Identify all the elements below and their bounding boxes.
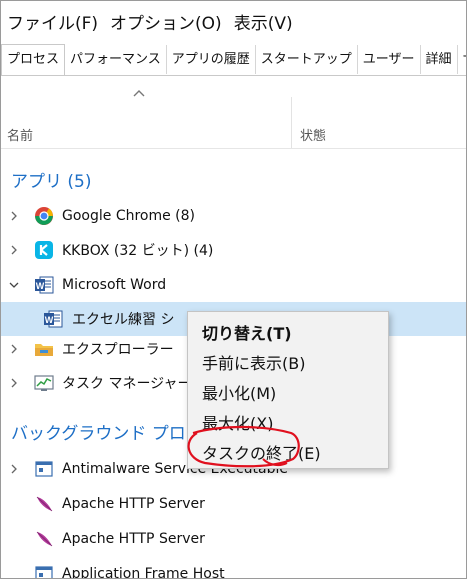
process-label: タスク マネージャー [62,376,192,392]
tab-users[interactable]: ユーザー [358,45,421,74]
tab-bar: プロセス パフォーマンス アプリの履歴 スタートアップ ユーザー 詳細 サービス [1,44,466,76]
menu-bar: ファイル(F) オプション(O) 表示(V) [1,1,466,41]
group-apps-title: アプリ (5) [11,172,92,192]
menu-item-switch-to[interactable]: 切り替え(T) [202,320,292,344]
process-label: Apache HTTP Server [62,496,205,512]
tab-services[interactable]: サービス [458,45,466,74]
process-row[interactable]: W Microsoft Word [1,268,466,302]
word-doc-icon: W [44,310,63,328]
chrome-icon [35,207,53,225]
word-icon: W [35,276,54,294]
process-row[interactable]: Application Frame Host [1,557,466,579]
process-row[interactable]: KKBOX (32 ビット) (4) [1,233,466,267]
svg-text:W: W [36,281,45,291]
group-background-title: バックグラウンド プロ [11,424,186,444]
explorer-icon [35,344,53,356]
process-row[interactable]: Google Chrome (8) [1,199,466,233]
task-manager-window: ファイル(F) オプション(O) 表示(V) プロセス パフォーマンス アプリの… [0,0,467,579]
apache-feather-icon [36,496,53,512]
chevron-right-icon[interactable] [9,464,19,474]
menu-options[interactable]: オプション(O) [104,9,228,34]
column-name-header[interactable]: 名前 [7,125,33,144]
sort-up-icon[interactable] [133,89,145,97]
task-manager-icon [34,375,54,391]
context-menu: 切り替え(T) 手前に表示(B) 最小化(M) 最大化(X) タスクの終了(E) [187,311,389,469]
menu-item-bring-to-front[interactable]: 手前に表示(B) [202,350,305,374]
kkbox-icon [35,241,53,259]
svg-text:W: W [45,315,54,325]
tab-app-history[interactable]: アプリの履歴 [167,45,256,74]
column-status-header[interactable]: 状態 [300,125,326,144]
process-row[interactable]: Apache HTTP Server [1,522,466,556]
column-divider[interactable] [291,97,292,149]
column-header: 名前 状態 [1,75,466,149]
process-label: KKBOX (32 ビット) (4) [62,243,214,259]
menu-item-maximize[interactable]: 最大化(X) [202,410,273,434]
tab-startup[interactable]: スタートアップ [256,45,358,74]
chevron-right-icon[interactable] [9,211,19,221]
process-label: エクスプローラー [62,342,174,358]
apache-feather-icon [36,531,53,547]
process-label: Application Frame Host [62,566,225,579]
chevron-right-icon[interactable] [9,378,19,388]
tab-processes[interactable]: プロセス [1,44,66,75]
menu-file[interactable]: ファイル(F) [1,9,104,34]
chevron-right-icon[interactable] [9,245,19,255]
chevron-down-icon[interactable] [9,280,19,290]
menu-view[interactable]: 表示(V) [228,9,299,34]
process-label: Google Chrome (8) [62,208,196,224]
tab-details[interactable]: 詳細 [421,45,458,74]
menu-item-end-task[interactable]: タスクの終了(E) [202,440,321,464]
tab-performance[interactable]: パフォーマンス [65,45,167,74]
menu-item-minimize[interactable]: 最小化(M) [202,380,276,404]
process-label: Microsoft Word [62,277,167,293]
process-row[interactable]: Apache HTTP Server [1,487,466,521]
process-label: Apache HTTP Server [62,531,205,547]
service-icon [35,566,53,578]
process-label: エクセル練習 シ [72,312,175,328]
chevron-right-icon[interactable] [9,344,19,354]
service-icon [35,461,53,477]
header-separator [1,148,466,149]
